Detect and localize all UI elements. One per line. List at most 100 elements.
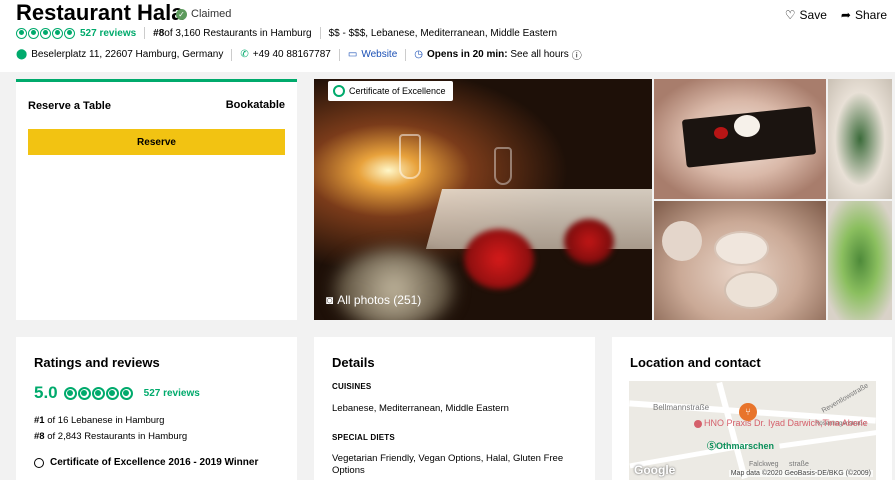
website-link[interactable]: Website: [361, 49, 397, 60]
divider: [144, 27, 146, 39]
divider: [405, 48, 407, 61]
check-icon: ✓: [176, 8, 187, 20]
map-street-label: straße: [789, 461, 809, 468]
rating-bubble-icon: [91, 386, 105, 400]
ratings-title: Ratings and reviews: [34, 355, 160, 370]
all-photos-button[interactable]: ◙ All photos (251): [326, 293, 421, 307]
location-card: Location and contact Bellmannstraße Reve…: [612, 337, 892, 480]
cuisines-label: CUISINES: [332, 382, 372, 391]
rating-bubble-icon: [77, 386, 91, 400]
divider: [319, 27, 321, 39]
restaurant-header: Restaurant Hala ✓ Claimed ♡ Save ➦ Share…: [0, 0, 895, 72]
map-road: [716, 381, 748, 480]
bookatable-label: Bookatable: [225, 99, 285, 111]
map-street-label: Falckweg: [749, 461, 779, 468]
info-icon[interactable]: ⓘ: [572, 47, 582, 62]
price-cuisine[interactable]: $$ - $$$, Lebanese, Mediterranean, Middl…: [329, 28, 557, 39]
camera-icon: ◙: [326, 293, 334, 307]
map-station: ⓈOthmarschen: [707, 439, 774, 452]
details-title: Details: [332, 355, 375, 370]
rank-text[interactable]: of 3,160 Restaurants in Hamburg: [164, 28, 311, 39]
rating-bubble-icon: [28, 27, 39, 39]
certificate-icon: [333, 85, 345, 97]
rating-bubble-icon: [16, 27, 27, 39]
map-poi: HNO Praxis Dr. Iyad Darwich,Tina Aberle: [694, 418, 868, 428]
certificate-icon: [34, 457, 44, 468]
save-label: Save: [799, 8, 827, 22]
phone-link[interactable]: +49 40 88167787: [253, 49, 331, 60]
ratings-card: Ratings and reviews 5.0 527 reviews #1 o…: [16, 337, 297, 480]
map-station-label: Othmarschen: [716, 441, 775, 451]
map-attribution: Map data ©2020 GeoBasis-DE/BKG (©2009): [728, 470, 873, 477]
divider: [231, 48, 233, 61]
photo-dessert: [734, 115, 760, 137]
rating-bubble-icon: [52, 27, 63, 39]
heart-icon: ♡: [784, 8, 796, 22]
google-logo: Google: [634, 463, 676, 477]
claimed-label: Claimed: [191, 8, 232, 20]
rating-row: 527 reviews #8 of 3,160 Restaurants in H…: [16, 27, 557, 39]
rank-number: #1: [34, 415, 45, 426]
laptop-icon: ▭: [347, 49, 358, 60]
details-card: Details CUISINES Lebanese, Mediterranean…: [314, 337, 595, 480]
share-arrow-icon: ➦: [840, 8, 851, 22]
map-street-label: Bellmannstraße: [653, 403, 710, 412]
share-button[interactable]: ➦ Share: [841, 8, 887, 22]
address-link[interactable]: Beselerplatz 11, 22607 Hamburg, Germany: [31, 49, 223, 60]
special-diets-label: SPECIAL DIETS: [332, 433, 395, 442]
photo-thumbnail[interactable]: [654, 201, 826, 320]
map[interactable]: Bellmannstraße Reventlowstraße Rosenhage…: [629, 381, 876, 480]
special-diets-value: Vegetarian Friendly, Vegan Options, Hala…: [332, 453, 564, 476]
divider: [338, 48, 340, 61]
clock-icon: ◷: [414, 49, 424, 60]
all-photos-label: All photos (251): [337, 293, 422, 307]
photo-rose: [564, 219, 614, 264]
location-pin-icon: ⬤: [16, 49, 28, 60]
rank-number: #8: [34, 431, 45, 442]
photo-roses-blur: [334, 249, 454, 320]
rating-bubbles: [16, 27, 75, 39]
photo-thumbnail[interactable]: [828, 201, 892, 320]
rating-bubble-icon: [119, 386, 133, 400]
map-street-label: Reventlowstraße: [820, 382, 870, 415]
photo-table: [425, 189, 652, 249]
reserve-button[interactable]: Reserve: [28, 129, 285, 155]
rank-number: #8: [153, 27, 165, 39]
photo-berry: [714, 127, 728, 139]
map-road: [779, 428, 876, 449]
rating-bubble-icon: [105, 386, 119, 400]
reviews-link[interactable]: 527 reviews: [144, 388, 200, 399]
cuisines-value: Lebanese, Mediterranean, Middle Eastern: [332, 403, 509, 414]
rank-text: of 2,843 Restaurants in Hamburg: [44, 431, 188, 442]
main-photo[interactable]: Certificate of Excellence ◙ All photos (…: [314, 79, 652, 320]
photo-plate: [714, 231, 769, 266]
contact-row: ⬤ Beselerplatz 11, 22607 Hamburg, German…: [16, 47, 582, 62]
reserve-table-label: Reserve a Table: [28, 100, 111, 112]
rank-line[interactable]: #1 of 16 Lebanese in Hamburg: [34, 415, 164, 426]
photo-glass: [399, 134, 421, 179]
save-button[interactable]: ♡ Save: [785, 8, 827, 22]
certificate-badge-label: Certificate of Excellence: [349, 86, 446, 96]
photo-glass: [494, 147, 512, 185]
certificate-text: Certificate of Excellence 2016 - 2019 Wi…: [50, 457, 259, 468]
certificate-line: Certificate of Excellence 2016 - 2019 Wi…: [34, 457, 258, 468]
rating-score: 5.0: [34, 383, 58, 402]
photo-thumbnail[interactable]: [828, 79, 892, 199]
photo-thumbnail[interactable]: [654, 79, 826, 199]
photo-rose: [464, 229, 534, 289]
rank-text: of 16 Lebanese in Hamburg: [44, 415, 165, 426]
photo-plate: [662, 221, 702, 261]
rating-bubbles: [63, 386, 133, 400]
rating-bubble-icon: [64, 27, 75, 39]
photo-plate: [724, 271, 779, 309]
reviews-link[interactable]: 527 reviews: [80, 28, 136, 39]
rank-line[interactable]: #8 of 2,843 Restaurants in Hamburg: [34, 431, 187, 442]
see-hours-link[interactable]: See all hours: [510, 49, 568, 60]
station-icon: Ⓢ: [707, 441, 717, 451]
share-label: Share: [854, 8, 887, 22]
opens-status: Opens in 20 min:: [427, 49, 508, 60]
certificate-badge: Certificate of Excellence: [328, 81, 453, 101]
page-title: Restaurant Hala: [16, 0, 184, 25]
location-title: Location and contact: [630, 355, 761, 370]
rating-bubble-icon: [40, 27, 51, 39]
